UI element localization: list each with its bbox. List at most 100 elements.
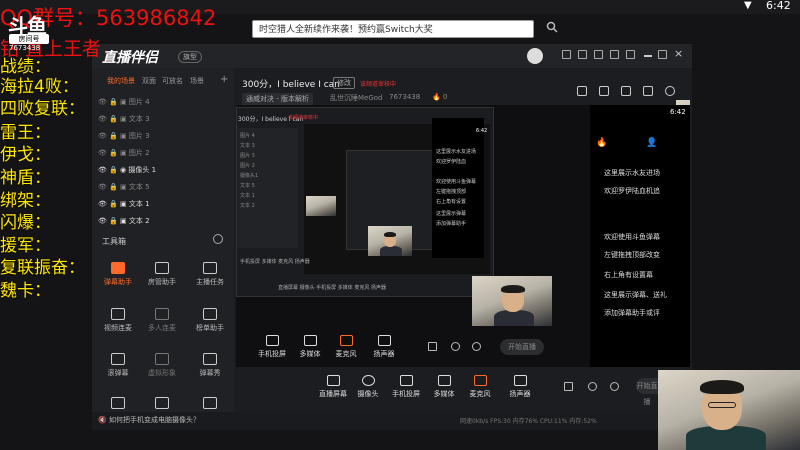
scene-item[interactable]: 👁 🔒 ▣ 图片 2	[98, 147, 150, 159]
scene-item[interactable]: 👁 🔒 ▣ 文本 1	[98, 198, 150, 210]
nested-chat-line: 添加弹幕助手	[436, 221, 467, 227]
rank-icon	[203, 308, 217, 320]
version-tag[interactable]: 旗型	[178, 51, 202, 63]
stat-line: 神盾：	[0, 168, 51, 188]
tool-rank-assistant[interactable]: 榜单助手	[188, 308, 232, 333]
maximize-icon[interactable]	[658, 50, 667, 59]
collapse-icon[interactable]: ▼	[744, 0, 752, 11]
edit-title-button[interactable]: 修改	[333, 77, 355, 89]
shirt-icon[interactable]	[594, 50, 603, 59]
stat-line: 闪爆：	[0, 213, 51, 233]
eye-icon[interactable]	[451, 342, 460, 351]
search-icon[interactable]	[546, 21, 558, 33]
speaker-button-mid[interactable]: 扬声器	[364, 335, 404, 359]
tool-more-3[interactable]	[188, 397, 232, 412]
gift-icon[interactable]	[577, 86, 587, 96]
tab-scene-3[interactable]: 场景	[190, 76, 204, 86]
record-small-icon[interactable]	[564, 382, 573, 391]
scene-item[interactable]: 👁 🔒 ▣ 文本 2	[98, 215, 150, 227]
chat-line: 右上角有设置幕	[604, 271, 653, 279]
nested-row: 摄像头1	[240, 173, 259, 179]
room-category[interactable]: 通威对决 - 版本解析	[242, 93, 313, 105]
perf-stats: 网速0kb/s FPS:30 内存76% CPU:11% 内存:52%	[460, 418, 597, 425]
chat-line: 欢迎罗伊陆血机追	[604, 187, 660, 195]
record-icon[interactable]	[621, 86, 631, 96]
app-logo: 直播伴侣	[102, 50, 158, 66]
media-button-mid[interactable]: 多媒体	[290, 335, 330, 359]
nested-row: 文本 1	[240, 193, 255, 199]
gear-icon[interactable]	[472, 342, 481, 351]
scene-item[interactable]: 👁 🔒 ▣ 图片 3	[98, 130, 150, 142]
multi-link-icon	[155, 308, 169, 320]
tool-scroll-danmu[interactable]: 滚弹幕	[96, 353, 140, 378]
scene-item-label: 图片 2	[128, 149, 150, 157]
notify-icon[interactable]	[578, 50, 587, 59]
add-scene-button[interactable]: +	[220, 74, 228, 85]
close-icon[interactable]: ×	[674, 47, 683, 60]
more-tool-icon	[203, 397, 217, 409]
mic-icon	[339, 335, 353, 346]
nested-chat-line: 右上角有设置	[436, 199, 467, 205]
more-tool-icon	[111, 397, 125, 409]
start-live-button[interactable]: 开始直播	[636, 378, 658, 406]
minimize-icon[interactable]	[644, 55, 652, 57]
avatar[interactable]	[527, 48, 543, 64]
tab-scene-2[interactable]: 可放名	[162, 76, 183, 86]
scene-item[interactable]: 👁 🔒 ◉ 摄像头 1	[98, 164, 156, 176]
camera-icon	[361, 375, 375, 386]
scene-item[interactable]: 👁 🔒 ▣ 文本 3	[98, 113, 150, 125]
chat-line: 这里展示弹幕、送礼	[604, 291, 667, 299]
stat-line: 伊戈：	[0, 145, 51, 165]
start-live-button-mid[interactable]: 开始直播	[500, 339, 544, 355]
speaker-icon	[377, 335, 391, 346]
scene-item[interactable]: 👁 🔒 ▣ 文本 5	[98, 181, 150, 193]
share-icon[interactable]	[665, 86, 675, 96]
gear-icon[interactable]	[610, 382, 619, 391]
mirror-phone-button[interactable]: 手机投屏	[386, 375, 426, 399]
ad-search-bar[interactable]: 时空猎人全新续作来袭！预约赢Switch大奖	[252, 20, 534, 38]
mirror-phone-button-mid[interactable]: 手机投屏	[252, 335, 292, 359]
chat-line: 欢迎使用斗鱼弹幕	[604, 233, 660, 241]
nested-chat-line: 左键拖拽顶部	[436, 189, 467, 195]
tool-room-admin[interactable]: 房管助手	[140, 262, 184, 287]
lock-icon[interactable]	[599, 86, 609, 96]
room-title[interactable]: 300分，I believe I can	[242, 77, 340, 90]
tool-danmu-assistant[interactable]: 弹幕助手	[96, 262, 140, 287]
collapse-toolbox-icon[interactable]	[213, 234, 223, 244]
tab-dual[interactable]: 双面	[142, 76, 156, 86]
scene-item[interactable]: 👁 🔒 ▣ 图片 4	[98, 96, 150, 108]
tool-virtual-avatar[interactable]: 虚拟形象	[140, 353, 184, 378]
scene-item-label: 图片 4	[128, 98, 150, 106]
media-button[interactable]: 多媒体	[424, 375, 464, 399]
chat-line: 左键拖拽顶部改变	[604, 251, 660, 259]
avatar-tool-icon	[155, 353, 169, 365]
nested-chat-line: 这里展示水友进场	[436, 149, 477, 155]
webcam-feed-small	[368, 226, 412, 256]
speaker-button[interactable]: 扬声器	[500, 375, 540, 399]
record-small-icon[interactable]	[428, 342, 437, 351]
task-icon	[203, 262, 217, 274]
viewers-icon: 👤	[646, 138, 658, 148]
message-icon[interactable]	[562, 50, 571, 59]
eye-icon[interactable]	[588, 382, 597, 391]
tool-video-link[interactable]: 视频连麦	[96, 308, 140, 333]
mic-button-mid[interactable]: 麦克风	[326, 335, 366, 359]
tool-more-1[interactable]	[96, 397, 140, 412]
scene-item-label: 摄像头 1	[128, 166, 157, 174]
screen-capture-button[interactable]: 直播屏幕	[313, 375, 353, 399]
mic-button[interactable]: 麦克风	[460, 375, 500, 399]
tool-host-task[interactable]: 主播任务	[188, 262, 232, 287]
admin-icon	[155, 262, 169, 274]
tool-multi-link[interactable]: 多人连麦	[140, 308, 184, 333]
tool-danmu-show[interactable]: 弹幕秀	[188, 353, 232, 378]
camera-button[interactable]: 摄像头	[348, 375, 388, 399]
settings-icon[interactable]	[610, 50, 619, 59]
help-link[interactable]: 🔇 如何把手机变成电脑摄像头？	[98, 415, 200, 425]
room-number-tag: 房间号	[9, 34, 49, 44]
toolbox-title: 工具箱	[102, 237, 126, 246]
nested-row: 图片 3	[240, 153, 255, 159]
bell-icon[interactable]	[643, 86, 653, 96]
tab-my-scene[interactable]: 我的场景	[107, 76, 135, 86]
menu-icon[interactable]	[626, 50, 635, 59]
tool-more-2[interactable]	[140, 397, 184, 412]
